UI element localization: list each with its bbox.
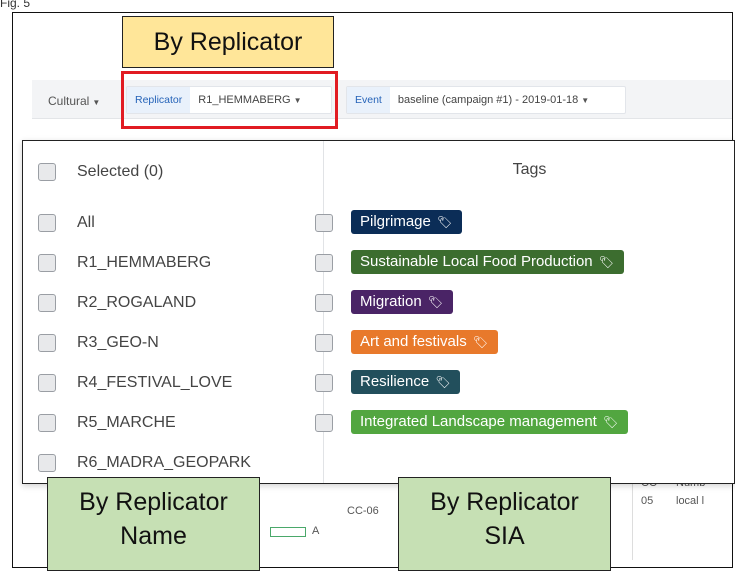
tag-checkbox-resilience[interactable] [315, 374, 333, 392]
replicator-checkbox-r2[interactable] [38, 294, 56, 312]
tag-sustainable-food[interactable]: Sustainable Local Food Production 🏷 [351, 250, 624, 274]
callout-name-line1: By Replicator [79, 488, 228, 516]
chevron-down-icon: ▼ [92, 98, 101, 107]
replicator-label-r3: R3_GEO-N [77, 334, 159, 351]
select-all-checkbox[interactable] [38, 163, 56, 181]
tag-icon: 🏷 [598, 255, 614, 269]
event-filter-value: baseline (campaign #1) - 2019-01-18 ▼ [397, 94, 590, 106]
replicator-label-r5: R5_MARCHE [77, 414, 176, 431]
replicator-checkbox-r4[interactable] [38, 374, 56, 392]
tag-icon: 🏷 [602, 415, 619, 429]
selected-count-label: Selected (0) [77, 163, 164, 180]
tag-icon: 🏷 [472, 335, 488, 349]
tag-checkbox-pilgrimage[interactable] [315, 214, 333, 232]
replicator-checkbox-all[interactable] [38, 214, 56, 232]
replicator-checkbox-r6[interactable] [38, 454, 56, 472]
table-cell-cc05b: 05 [641, 495, 654, 507]
callout-sia-line2: SIA [484, 522, 525, 550]
replicator-label-r4: R4_FESTIVAL_LOVE [77, 374, 233, 391]
callout-by-replicator-sia: By Replicator SIA [398, 477, 611, 571]
tag-checkbox-art[interactable] [315, 334, 333, 352]
tag-checkbox-food[interactable] [315, 254, 333, 272]
tag-icon: 🏷 [436, 215, 453, 229]
tags-title: Tags [512, 161, 547, 178]
legend-label: A [312, 525, 320, 537]
legend-swatch [270, 527, 306, 537]
tag-checkbox-migration[interactable] [315, 294, 333, 312]
event-filter-tag: Event [347, 87, 390, 113]
chevron-down-icon: ▼ [581, 96, 590, 105]
replicator-checkbox-r1[interactable] [38, 254, 56, 272]
callout-name-line2: Name [120, 522, 187, 550]
cultural-filter-label: Cultural [48, 94, 90, 108]
replicator-label-all: All [77, 214, 95, 231]
cultural-filter[interactable]: Cultural ▼ [48, 90, 100, 112]
replicator-label-r2: R2_ROGALAND [77, 294, 197, 311]
replicator-label-r6: R6_MADRA_GEOPARK [77, 454, 251, 471]
event-filter[interactable]: Event baseline (campaign #1) - 2019-01-1… [346, 86, 626, 114]
replicator-checkbox-r3[interactable] [38, 334, 56, 352]
tag-checkbox-landscape[interactable] [315, 414, 333, 432]
replicator-dropdown-panel: Selected (0) All R1_HEMMABERG R2_ROGALAN… [22, 140, 735, 484]
callout-by-replicator: By Replicator [122, 16, 334, 68]
tag-pilgrimage[interactable]: Pilgrimage 🏷 [351, 210, 463, 234]
tag-icon: 🏷 [435, 375, 451, 389]
tag-resilience[interactable]: Resilience 🏷 [351, 370, 461, 394]
page-top-text: Fig. 5 [0, 0, 31, 10]
table-cell-local: local l [676, 495, 705, 507]
tag-landscape-management[interactable]: Integrated Landscape management 🏷 [351, 410, 629, 434]
tag-art-festivals[interactable]: Art and festivals 🏷 [351, 330, 498, 354]
node-label-cc06: CC-06 [347, 505, 379, 517]
tag-migration[interactable]: Migration 🏷 [351, 290, 453, 314]
callout-sia-line1: By Replicator [430, 488, 579, 516]
replicator-label-r1: R1_HEMMABERG [77, 254, 212, 271]
replicator-highlight-box [121, 71, 338, 129]
tag-icon: 🏷 [427, 295, 443, 309]
replicator-checkbox-r5[interactable] [38, 414, 56, 432]
callout-by-replicator-name: By Replicator Name [47, 477, 260, 571]
